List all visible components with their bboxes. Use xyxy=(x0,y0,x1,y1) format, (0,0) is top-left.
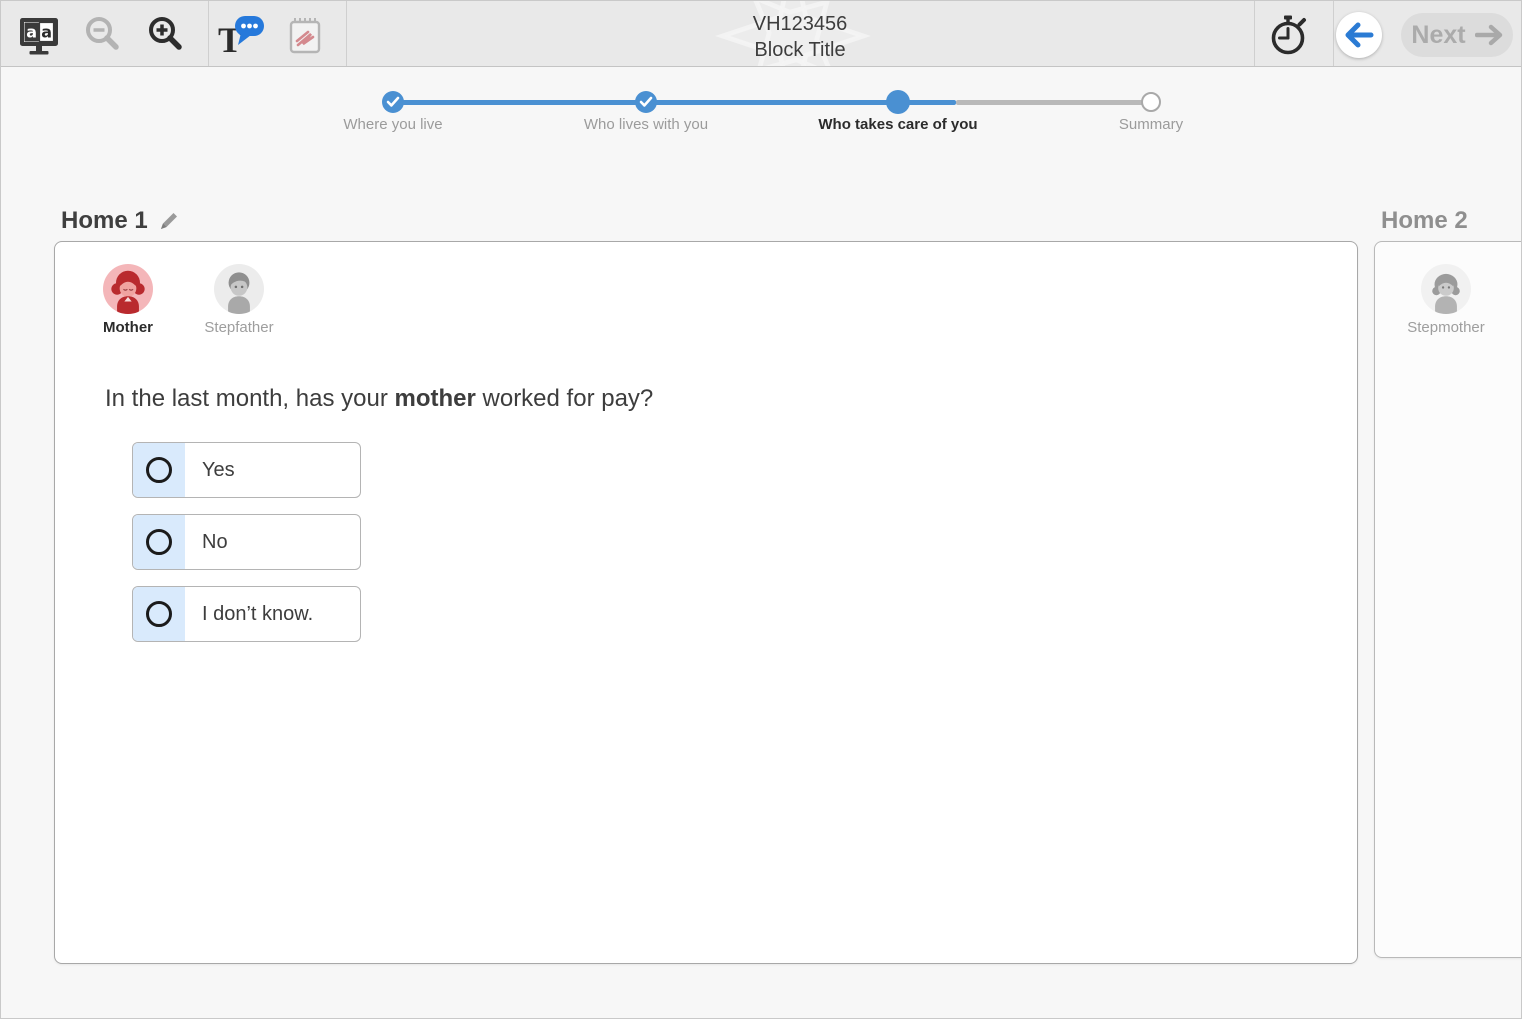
zoom-out-button[interactable] xyxy=(79,11,127,59)
step-label: Summary xyxy=(1118,116,1184,133)
person-label: Stepmother xyxy=(1407,319,1485,336)
svg-text:a: a xyxy=(41,23,52,42)
home2-card: Stepmother xyxy=(1374,241,1521,958)
step-dot-who-takes-care-of-you xyxy=(886,90,910,114)
zoom-in-button[interactable] xyxy=(142,11,190,59)
next-button-label: Next xyxy=(1411,20,1466,49)
home2-title-text: Home 2 xyxy=(1381,207,1468,234)
option-label: No xyxy=(202,530,228,553)
arrow-left-icon xyxy=(1345,22,1374,48)
item-id: VH123456 xyxy=(752,13,848,35)
stepper-track-remaining xyxy=(956,100,1151,105)
option-no[interactable]: No xyxy=(132,514,361,570)
stepmother-avatar xyxy=(1421,264,1471,314)
person-tab-stepfather[interactable]: Stepfather xyxy=(192,264,286,336)
question-prefix: In the last month, has your xyxy=(105,385,395,412)
radio-cell xyxy=(133,587,185,641)
check-icon xyxy=(386,96,400,107)
next-button[interactable]: Next xyxy=(1401,13,1513,57)
mother-avatar xyxy=(103,264,153,314)
question-subject: mother xyxy=(394,385,476,412)
home1-card: Mother Stepfather In the last month, has… xyxy=(54,241,1358,964)
step-label: Where you live xyxy=(343,116,443,133)
app-window: a a T VH123456 Block Title Next Where yo… xyxy=(0,0,1522,1019)
T-speech-bubble-icon: T xyxy=(218,16,264,59)
monitor-aa-icon: a a xyxy=(20,18,58,55)
option-label: I don’t know. xyxy=(202,602,314,625)
option-idk[interactable]: I don’t know. xyxy=(132,586,361,642)
toolbar-separator xyxy=(1333,1,1334,66)
option-label: Yes xyxy=(202,458,235,481)
home1-title: Home 1 xyxy=(61,207,180,235)
toolbar-separator xyxy=(208,1,209,66)
option-yes[interactable]: Yes xyxy=(132,442,361,498)
toolbar-separator xyxy=(1254,1,1255,66)
person-tab-stepmother[interactable]: Stepmother xyxy=(1399,264,1493,336)
radio-button[interactable] xyxy=(146,529,172,555)
text-to-speech-button[interactable]: T xyxy=(214,11,268,59)
scratchwork-button[interactable] xyxy=(281,11,329,59)
block-name: Block Title xyxy=(754,39,846,62)
block-title: VH123456 Block Title xyxy=(346,11,1254,64)
edit-home-name-button[interactable] xyxy=(158,210,180,232)
home2-title: Home 2 xyxy=(1381,207,1468,235)
arrow-right-icon xyxy=(1474,24,1502,46)
back-button[interactable] xyxy=(1336,12,1382,58)
person-label: Mother xyxy=(103,319,153,336)
magnifier-minus-icon xyxy=(86,17,119,50)
person-tab-mother[interactable]: Mother xyxy=(81,264,175,336)
step-label: Who takes care of you xyxy=(818,116,978,133)
svg-text:a: a xyxy=(26,23,37,42)
answer-options: Yes No I don’t know. xyxy=(132,442,361,642)
step-dot-who-lives-with-you xyxy=(635,91,657,113)
person-label: Stepfather xyxy=(204,319,274,336)
magnifier-plus-icon xyxy=(149,17,182,50)
radio-cell xyxy=(133,443,185,497)
pencil-icon xyxy=(160,213,177,229)
text-settings-button[interactable]: a a xyxy=(15,11,63,59)
stepper-track-completed xyxy=(393,100,956,105)
step-dot-where-you-live xyxy=(382,91,404,113)
check-icon xyxy=(639,96,653,107)
stopwatch-icon xyxy=(1271,15,1306,55)
step-dot-summary xyxy=(1141,92,1161,112)
radio-button[interactable] xyxy=(146,601,172,627)
notepad-scribble-icon xyxy=(289,18,321,54)
radio-cell xyxy=(133,515,185,569)
step-label: Who lives with you xyxy=(583,116,709,133)
stepfather-avatar xyxy=(214,264,264,314)
timer-button[interactable] xyxy=(1264,11,1312,59)
toolbar: a a T VH123456 Block Title Next xyxy=(1,1,1521,67)
question-text: In the last month, has your mother worke… xyxy=(105,385,653,413)
question-suffix: worked for pay? xyxy=(475,385,654,412)
radio-button[interactable] xyxy=(146,457,172,483)
home1-title-text: Home 1 xyxy=(61,207,148,234)
